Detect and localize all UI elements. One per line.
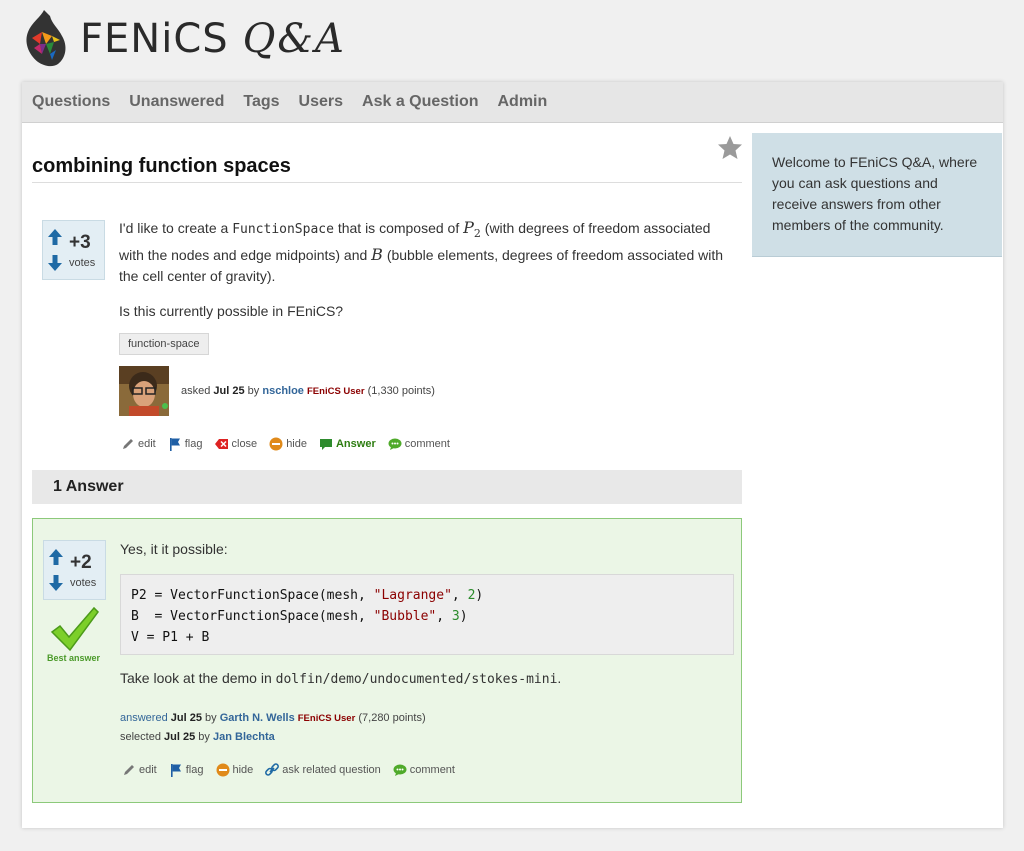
question-vote-box: +3 votes	[42, 220, 105, 280]
flag-button[interactable]: flag	[168, 437, 203, 451]
tag-function-space[interactable]: function-space	[119, 333, 209, 355]
nav-admin[interactable]: Admin	[498, 93, 548, 111]
question-title: combining function spaces	[32, 155, 742, 183]
question-body: I'd like to create a FunctionSpace that …	[119, 217, 739, 336]
question-meta: asked Jul 25 by nschloe FEniCS User (1,3…	[181, 385, 435, 397]
vote-up-icon[interactable]	[49, 549, 63, 565]
answer-author-link[interactable]: Garth N. Wells	[220, 712, 295, 724]
question-paragraph-1: I'd like to create a FunctionSpace that …	[119, 218, 724, 285]
answer-item: +2 votes Best answer Yes, it it possible…	[32, 518, 742, 803]
comment-icon	[393, 764, 407, 776]
main-nav: Questions Unanswered Tags Users Ask a Qu…	[22, 82, 1003, 123]
answers-count-header: 1 Answer	[32, 470, 742, 504]
answer-button[interactable]: Answer	[319, 438, 376, 451]
selected-by-link[interactable]: Jan Blechta	[213, 731, 275, 743]
answer-meta: answered Jul 25 by Garth N. Wells FEniCS…	[120, 712, 426, 743]
vote-down-icon[interactable]	[48, 255, 62, 271]
answer-vote-count: +2	[70, 552, 92, 573]
question-actions: edit flag close hide Answer comment	[121, 437, 462, 451]
question-vote-count: +3	[69, 232, 91, 253]
vote-down-icon[interactable]	[49, 575, 63, 591]
vote-up-icon[interactable]	[48, 229, 62, 245]
hide-icon	[216, 763, 229, 777]
question-votes-label: votes	[69, 257, 96, 269]
edit-button[interactable]: edit	[121, 437, 156, 451]
comment-button[interactable]: comment	[393, 764, 455, 777]
answer-votes-label: votes	[70, 577, 97, 589]
code-block: P2 = VectorFunctionSpace(mesh, "Lagrange…	[120, 574, 734, 655]
close-icon	[214, 439, 228, 449]
speech-bubble-icon	[319, 438, 332, 450]
code-line-2: B = VectorFunctionSpace(mesh, "Bubble", …	[131, 609, 468, 624]
main-container: Questions Unanswered Tags Users Ask a Qu…	[22, 82, 1003, 828]
comment-button[interactable]: comment	[388, 438, 450, 451]
best-answer-label: Best answer	[47, 653, 101, 663]
hide-icon	[269, 437, 283, 451]
fenics-logo-icon	[26, 10, 66, 67]
answer-intro: Yes, it it possible:	[120, 541, 228, 557]
nav-ask-question[interactable]: Ask a Question	[362, 93, 478, 111]
code-line-3: V = P1 + B	[131, 630, 210, 645]
flag-icon	[170, 764, 181, 777]
comment-icon	[388, 438, 402, 450]
favorite-star-icon[interactable]	[717, 135, 743, 161]
nav-tags[interactable]: Tags	[243, 93, 279, 111]
answer-vote-box: +2 votes	[43, 540, 106, 600]
question-author-link[interactable]: nschloe	[262, 385, 304, 397]
close-button[interactable]: close	[214, 438, 257, 450]
logo-text: FENiCS Q&A	[80, 16, 346, 62]
answer-after-text: Take look at the demo in dolfin/demo/und…	[120, 670, 562, 687]
hide-button[interactable]: hide	[269, 437, 307, 451]
hide-button[interactable]: hide	[216, 763, 253, 777]
nav-questions[interactable]: Questions	[32, 93, 110, 111]
answered-link[interactable]: answered	[120, 712, 168, 724]
ask-related-question-button[interactable]: ask related question	[265, 763, 381, 777]
code-line-1: P2 = VectorFunctionSpace(mesh, "Lagrange…	[131, 588, 484, 603]
pencil-icon	[123, 439, 133, 449]
answer-actions: edit flag hide ask related question comm…	[122, 763, 467, 777]
avatar[interactable]	[119, 366, 169, 416]
question-paragraph-2: Is this currently possible in FEniCS?	[119, 303, 344, 320]
site-logo[interactable]: FENiCS Q&A	[22, 8, 346, 70]
best-answer-checkmark-icon	[50, 606, 99, 652]
flag-icon	[169, 438, 180, 451]
link-icon	[265, 763, 280, 776]
pencil-icon	[124, 765, 134, 775]
flag-button[interactable]: flag	[169, 763, 204, 777]
edit-button[interactable]: edit	[122, 763, 157, 777]
nav-unanswered[interactable]: Unanswered	[129, 93, 224, 111]
nav-users[interactable]: Users	[299, 93, 343, 111]
sidebar-welcome: Welcome to FEniCS Q&A, where you can ask…	[752, 133, 1002, 257]
